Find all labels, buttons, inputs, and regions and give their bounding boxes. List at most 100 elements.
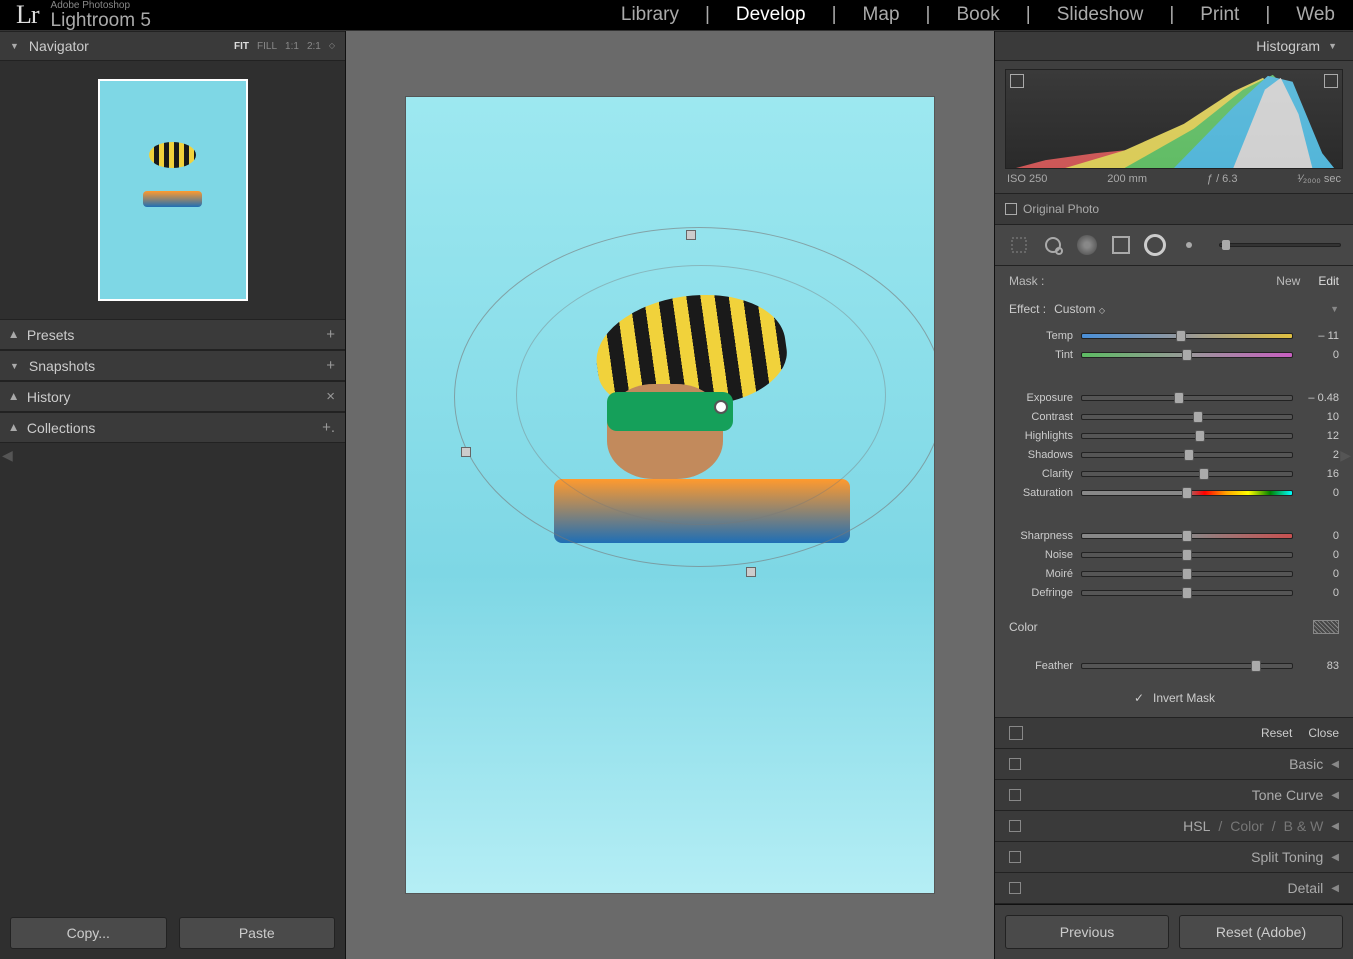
copy-paste-bar: Copy... Paste	[0, 907, 345, 959]
loupe-view[interactable]	[346, 31, 994, 959]
left-collapse-arrow[interactable]: ◀	[2, 447, 13, 464]
feather-slider[interactable]: Feather 83	[1009, 656, 1339, 675]
panel-snapshots[interactable]: ▼Snapshots+	[0, 350, 345, 381]
section-toggle-icon[interactable]	[1009, 758, 1021, 770]
grad-tool-icon[interactable]	[1109, 233, 1133, 257]
radial-handle-top[interactable]	[686, 230, 696, 240]
histogram-title: Histogram	[1256, 38, 1320, 54]
reset-adobe-button[interactable]: Reset (Adobe)	[1179, 915, 1343, 949]
section-detail[interactable]: Detail◀	[995, 873, 1353, 904]
mask-label: Mask :	[1009, 274, 1044, 288]
panel-close-icon[interactable]: ×	[326, 388, 335, 405]
previous-button[interactable]: Previous	[1005, 915, 1169, 949]
section-split-toning[interactable]: Split Toning◀	[995, 842, 1353, 873]
original-photo-row[interactable]: Original Photo	[995, 194, 1353, 225]
color-row[interactable]: Color	[995, 612, 1353, 642]
invert-mask-row[interactable]: ✓ Invert Mask	[995, 685, 1353, 717]
exif-focal: 200 mm	[1107, 173, 1147, 185]
radial-handle-left[interactable]	[461, 447, 471, 457]
mask-reset-button[interactable]: Reset	[1261, 726, 1292, 740]
module-book[interactable]: Book	[954, 4, 1001, 26]
module-picker: Library|Develop|Map|Book|Slideshow|Print…	[619, 4, 1337, 26]
zoom-options[interactable]: FIT FILL 1:1 2:1 ◇	[234, 41, 335, 52]
navigator-header[interactable]: ▼Navigator FITFILL1:12:1◇	[0, 31, 345, 61]
module-print[interactable]: Print	[1198, 4, 1241, 26]
panel-add-icon[interactable]: +.	[322, 419, 335, 436]
section-toggle-icon[interactable]	[1009, 851, 1021, 863]
slider-clarity[interactable]: Clarity16	[1009, 464, 1339, 483]
crop-tool-icon[interactable]	[1007, 233, 1031, 257]
toggle-box-icon[interactable]	[1009, 726, 1023, 740]
redeye-tool-icon[interactable]	[1075, 233, 1099, 257]
zoom-FILL[interactable]: FILL	[257, 41, 277, 52]
panel-presets[interactable]: ▶Presets+	[0, 319, 345, 350]
slider-highlights[interactable]: Highlights12	[1009, 426, 1339, 445]
radial-filter-pin[interactable]	[714, 400, 728, 414]
invert-mask-label: Invert Mask	[1153, 691, 1215, 705]
effect-dropdown[interactable]: Custom ◇	[1054, 302, 1105, 316]
brush-tool-icon[interactable]	[1177, 233, 1201, 257]
disclosure-icon: ◀	[1331, 790, 1339, 801]
slider-contrast[interactable]: Contrast10	[1009, 407, 1339, 426]
paste-button[interactable]: Paste	[179, 917, 336, 949]
section-toggle-icon[interactable]	[1009, 789, 1021, 801]
histogram[interactable]	[1005, 69, 1343, 169]
right-collapse-arrow[interactable]: ▶	[1340, 447, 1351, 464]
module-map[interactable]: Map	[861, 4, 902, 26]
section-tone-curve[interactable]: Tone Curve◀	[995, 780, 1353, 811]
copy-button[interactable]: Copy...	[10, 917, 167, 949]
tool-strip	[995, 225, 1353, 266]
radial-filter-inner[interactable]	[516, 265, 886, 525]
section-toggle-icon[interactable]	[1009, 882, 1021, 894]
slider-exposure[interactable]: Exposure– 0.48	[1009, 388, 1339, 407]
histogram-header[interactable]: Histogram ▼	[995, 31, 1353, 61]
panel-add-icon[interactable]: +	[326, 326, 335, 343]
slider-tint[interactable]: Tint0	[1009, 345, 1339, 364]
tool-size-slider[interactable]	[1219, 243, 1341, 247]
spot-tool-icon[interactable]	[1041, 233, 1065, 257]
navigator-thumbnail[interactable]	[0, 61, 345, 319]
exif-iso: ISO 250	[1007, 173, 1047, 185]
effect-row[interactable]: Effect : Custom ◇ ▼	[995, 296, 1353, 322]
slider-temp[interactable]: Temp– 11	[1009, 326, 1339, 345]
checkbox-icon[interactable]	[1005, 203, 1017, 215]
panel-add-icon[interactable]: +	[326, 357, 335, 374]
slider-noise[interactable]: Noise0	[1009, 545, 1339, 564]
slider-sharpness[interactable]: Sharpness0	[1009, 526, 1339, 545]
logo-block: Lr Adobe Photoshop Lightroom 5	[16, 0, 151, 30]
module-library[interactable]: Library	[619, 4, 681, 26]
detail-group: Sharpness0Noise0Moiré0Defringe0	[995, 522, 1353, 612]
slider-shadows[interactable]: Shadows2	[1009, 445, 1339, 464]
mask-close-button[interactable]: Close	[1308, 726, 1339, 740]
slider-saturation[interactable]: Saturation0	[1009, 483, 1339, 502]
mask-reset-row: Reset Close	[995, 717, 1353, 749]
temp-tint-group: Temp– 11Tint0	[995, 322, 1353, 374]
panel-history[interactable]: ▶History×	[0, 381, 345, 412]
module-develop[interactable]: Develop	[734, 4, 808, 26]
disclosure-icon: ◀	[1331, 852, 1339, 863]
module-slideshow[interactable]: Slideshow	[1055, 4, 1146, 26]
zoom-more-icon[interactable]: ◇	[329, 41, 335, 52]
original-photo-label: Original Photo	[1023, 202, 1099, 216]
slider-defringe[interactable]: Defringe0	[1009, 583, 1339, 602]
exif-readout: ISO 250 200 mm ƒ / 6.3 ¹⁄₂₀₀₀ sec	[1005, 169, 1343, 185]
slider-moiré[interactable]: Moiré0	[1009, 564, 1339, 583]
zoom-2:1[interactable]: 2:1	[307, 41, 321, 52]
section-basic[interactable]: Basic◀	[995, 749, 1353, 780]
zoom-1:1[interactable]: 1:1	[285, 41, 299, 52]
section-hsl[interactable]: HSL / Color / B & W◀	[995, 811, 1353, 842]
radial-tool-icon[interactable]	[1143, 233, 1167, 257]
section-toggle-icon[interactable]	[1009, 820, 1021, 832]
mask-edit-button[interactable]: Edit	[1318, 274, 1339, 288]
module-web[interactable]: Web	[1294, 4, 1337, 26]
zoom-FIT[interactable]: FIT	[234, 41, 249, 52]
disclosure-icon: ◀	[1331, 883, 1339, 894]
right-panel: Histogram ▼ ISO 250 20	[994, 31, 1353, 959]
effect-disclosure-icon[interactable]: ▼	[1330, 304, 1339, 314]
mask-new-button[interactable]: New	[1276, 274, 1300, 288]
panel-collections[interactable]: ▶Collections+.	[0, 412, 345, 443]
radial-handle-bottom[interactable]	[746, 567, 756, 577]
color-swatch-icon[interactable]	[1313, 620, 1339, 634]
tone-group: Exposure– 0.48Contrast10Highlights12Shad…	[995, 384, 1353, 512]
check-icon[interactable]: ✓	[1133, 692, 1145, 704]
